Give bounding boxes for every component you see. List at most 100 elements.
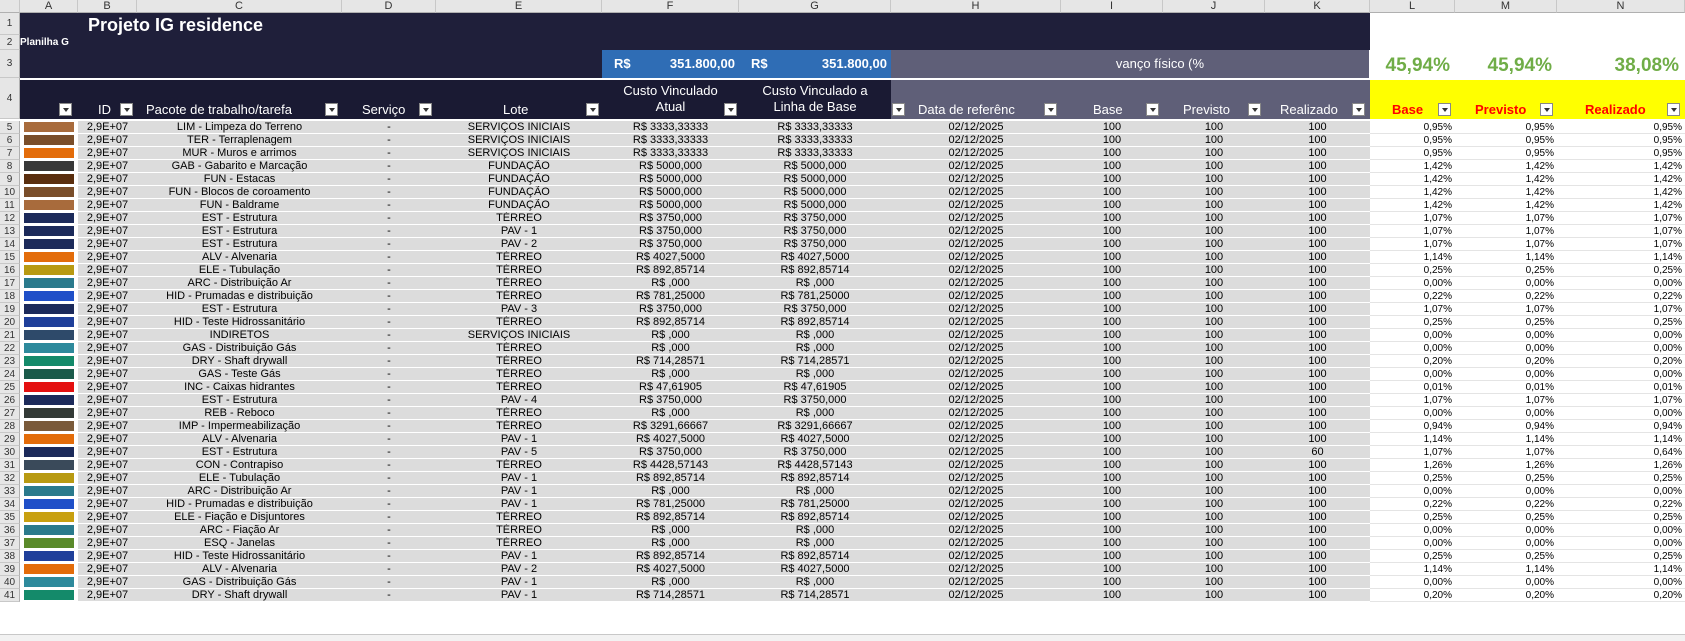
cell-custo-base[interactable]: R$ ,000 xyxy=(739,576,891,589)
cell-realizado[interactable]: 100 xyxy=(1265,342,1370,355)
cell-custo-atual[interactable]: R$ 5000,000 xyxy=(602,160,739,173)
cell-custo-atual[interactable]: R$ ,000 xyxy=(602,368,739,381)
cell-lote[interactable]: PAV - 1 xyxy=(436,550,602,563)
cell-servico[interactable]: - xyxy=(342,368,436,381)
cell-pacote[interactable]: ELE - Tubulação xyxy=(137,472,342,485)
cell-custo-atual[interactable]: R$ 5000,000 xyxy=(602,186,739,199)
cell-base[interactable]: 100 xyxy=(1061,459,1163,472)
cell-data[interactable]: 02/12/2025 xyxy=(891,186,1061,199)
cell-previsto[interactable]: 100 xyxy=(1163,446,1265,459)
cell-pacote[interactable]: FUN - Blocos de coroamento xyxy=(137,186,342,199)
cell-pct-previsto[interactable]: 1,14% xyxy=(1455,251,1557,264)
column-header[interactable]: J xyxy=(1163,0,1265,13)
cell-custo-atual[interactable]: R$ 3333,33333 xyxy=(602,134,739,147)
cell-pct-realizado[interactable]: 0,95% xyxy=(1557,147,1685,160)
cell-data[interactable]: 02/12/2025 xyxy=(891,433,1061,446)
filter-dropdown-button[interactable] xyxy=(1044,103,1057,116)
cell-realizado[interactable]: 100 xyxy=(1265,563,1370,576)
cell-pct-previsto[interactable]: 0,22% xyxy=(1455,290,1557,303)
cell-previsto[interactable]: 100 xyxy=(1163,290,1265,303)
cell-custo-base[interactable]: R$ ,000 xyxy=(739,485,891,498)
cell-previsto[interactable]: 100 xyxy=(1163,524,1265,537)
cell-pct-realizado[interactable]: 0,25% xyxy=(1557,550,1685,563)
cell-base[interactable]: 100 xyxy=(1061,290,1163,303)
cell-pct-previsto[interactable]: 0,20% xyxy=(1455,589,1557,602)
cell-realizado[interactable]: 100 xyxy=(1265,407,1370,420)
cell-custo-base[interactable]: R$ ,000 xyxy=(739,342,891,355)
cell-realizado[interactable]: 100 xyxy=(1265,381,1370,394)
cell-custo-atual[interactable]: R$ 714,28571 xyxy=(602,355,739,368)
cell-lote[interactable]: TÉRREO xyxy=(436,407,602,420)
cell-lote[interactable]: TÉRREO xyxy=(436,524,602,537)
cell-realizado[interactable]: 100 xyxy=(1265,420,1370,433)
cell-pct-base[interactable]: 1,26% xyxy=(1370,459,1455,472)
color-swatch[interactable] xyxy=(24,473,74,483)
cell-pct-realizado[interactable]: 0,64% xyxy=(1557,446,1685,459)
cell-servico[interactable]: - xyxy=(342,251,436,264)
cell-realizado[interactable]: 100 xyxy=(1265,225,1370,238)
cell-previsto[interactable]: 100 xyxy=(1163,303,1265,316)
cell-data[interactable]: 02/12/2025 xyxy=(891,134,1061,147)
cell-realizado[interactable]: 100 xyxy=(1265,186,1370,199)
cell-custo-atual[interactable]: R$ 3750,000 xyxy=(602,394,739,407)
row-header[interactable]: 8 xyxy=(0,160,20,173)
filter-dropdown-button[interactable] xyxy=(1146,103,1159,116)
cell-lote[interactable]: TÉRREO xyxy=(436,537,602,550)
cell-pacote[interactable]: ALV - Alvenaria xyxy=(137,563,342,576)
cell-realizado[interactable]: 100 xyxy=(1265,134,1370,147)
color-swatch[interactable] xyxy=(24,213,74,223)
cell-previsto[interactable]: 100 xyxy=(1163,160,1265,173)
cell-lote[interactable]: PAV - 1 xyxy=(436,498,602,511)
cell-servico[interactable]: - xyxy=(342,277,436,290)
cell-custo-atual[interactable]: R$ 5000,000 xyxy=(602,199,739,212)
cell-servico[interactable]: - xyxy=(342,420,436,433)
cell-data[interactable]: 02/12/2025 xyxy=(891,511,1061,524)
cell-data[interactable]: 02/12/2025 xyxy=(891,524,1061,537)
color-swatch[interactable] xyxy=(24,265,74,275)
cell-id[interactable]: 2,9E+07 xyxy=(78,290,137,303)
cell-base[interactable]: 100 xyxy=(1061,173,1163,186)
cell-custo-atual[interactable]: R$ 3333,33333 xyxy=(602,121,739,134)
cell-realizado[interactable]: 100 xyxy=(1265,576,1370,589)
column-header[interactable]: G xyxy=(739,0,891,13)
color-swatch[interactable] xyxy=(24,252,74,262)
cell-data[interactable]: 02/12/2025 xyxy=(891,589,1061,602)
cell-pacote[interactable]: CON - Contrapiso xyxy=(137,459,342,472)
cell-id[interactable]: 2,9E+07 xyxy=(78,147,137,160)
cell-pct-previsto[interactable]: 0,22% xyxy=(1455,498,1557,511)
cell-pct-base[interactable]: 0,25% xyxy=(1370,472,1455,485)
cell-base[interactable]: 100 xyxy=(1061,550,1163,563)
row-header[interactable]: 14 xyxy=(0,238,20,251)
cell-pacote[interactable]: MUR - Muros e arrimos xyxy=(137,147,342,160)
cell-id[interactable]: 2,9E+07 xyxy=(78,485,137,498)
cell-pct-previsto[interactable]: 0,20% xyxy=(1455,355,1557,368)
cell-base[interactable]: 100 xyxy=(1061,368,1163,381)
row-header[interactable]: 32 xyxy=(0,472,20,485)
cell-pct-previsto[interactable]: 1,07% xyxy=(1455,225,1557,238)
cell-pct-previsto[interactable]: 0,94% xyxy=(1455,420,1557,433)
cell-pct-base[interactable]: 0,95% xyxy=(1370,147,1455,160)
color-swatch[interactable] xyxy=(24,434,74,444)
cell-servico[interactable]: - xyxy=(342,316,436,329)
row-header[interactable]: 26 xyxy=(0,394,20,407)
cell-data[interactable]: 02/12/2025 xyxy=(891,459,1061,472)
cell-previsto[interactable]: 100 xyxy=(1163,277,1265,290)
cell-base[interactable]: 100 xyxy=(1061,199,1163,212)
cell-custo-atual[interactable]: R$ 781,25000 xyxy=(602,290,739,303)
column-header[interactable]: F xyxy=(602,0,739,13)
color-swatch[interactable] xyxy=(24,382,74,392)
cell-custo-atual[interactable]: R$ 3750,000 xyxy=(602,238,739,251)
cell-pct-previsto[interactable]: 1,42% xyxy=(1455,173,1557,186)
cell-servico[interactable]: - xyxy=(342,407,436,420)
cell-realizado[interactable]: 100 xyxy=(1265,550,1370,563)
cell-data[interactable]: 02/12/2025 xyxy=(891,264,1061,277)
color-swatch[interactable] xyxy=(24,239,74,249)
row-header[interactable]: 20 xyxy=(0,316,20,329)
cell-custo-base[interactable]: R$ 3750,000 xyxy=(739,238,891,251)
cell-previsto[interactable]: 100 xyxy=(1163,251,1265,264)
cell-id[interactable]: 2,9E+07 xyxy=(78,446,137,459)
cell-pct-base[interactable]: 1,07% xyxy=(1370,446,1455,459)
cell-data[interactable]: 02/12/2025 xyxy=(891,121,1061,134)
cell-base[interactable]: 100 xyxy=(1061,329,1163,342)
cell-id[interactable]: 2,9E+07 xyxy=(78,251,137,264)
